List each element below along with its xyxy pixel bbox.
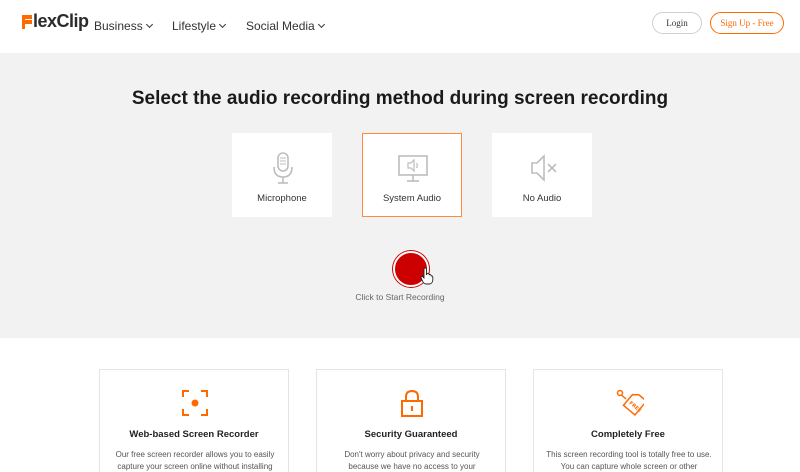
feature-title: Web-based Screen Recorder	[129, 429, 259, 440]
screen-capture-icon	[182, 390, 208, 416]
nav-social-media[interactable]: Social Media	[246, 19, 325, 33]
mute-icon	[531, 154, 557, 182]
logo-mark-icon	[22, 14, 32, 29]
signup-button[interactable]: Sign Up - Free	[710, 12, 784, 34]
section-title: Select the audio recording method during…	[131, 88, 669, 109]
feature-description: Our free screen recorder allows you to e…	[115, 450, 275, 471]
option-no-audio[interactable]: No Audio	[492, 133, 592, 217]
nav-lifestyle-label: Lifestyle	[172, 19, 217, 33]
feature-title: Completely Free	[591, 429, 665, 440]
nav-lifestyle[interactable]: Lifestyle	[172, 19, 227, 33]
free-tag-icon: FREE	[616, 389, 644, 417]
nav-business-label: Business	[94, 19, 143, 33]
svg-text:FREE: FREE	[628, 400, 643, 414]
hand-cursor-icon	[420, 267, 434, 285]
feature-title: Security Guaranteed	[364, 429, 458, 440]
feature-description: Don't worry about privacy and security b…	[344, 450, 480, 471]
feature-description: This screen recording tool is totally fr…	[546, 450, 712, 471]
microphone-icon	[273, 152, 293, 184]
feature-card-web-based: Web-based Screen Recorder Our free scree…	[99, 369, 289, 472]
logo-text-part1: lex	[33, 11, 57, 31]
option-microphone-label: Microphone	[257, 193, 307, 204]
chevron-down-icon	[317, 20, 325, 29]
feature-card-security: Security Guaranteed Don't worry about pr…	[316, 369, 506, 472]
feature-card-free: FREE Completely Free This screen recordi…	[533, 369, 723, 472]
chevron-down-icon	[218, 20, 227, 29]
system-audio-icon	[398, 155, 428, 182]
nav-business[interactable]: Business	[94, 19, 153, 33]
option-system-audio-label: System Audio	[382, 193, 442, 204]
start-recording-caption: Click to Start Recording	[355, 292, 445, 302]
logo-text-part2: Clip	[56, 11, 90, 31]
recording-options-section: Select the audio recording method during…	[0, 53, 800, 338]
option-microphone[interactable]: Microphone	[232, 133, 332, 217]
flexclip-logo[interactable]: lex Clip	[22, 11, 89, 32]
option-no-audio-label: No Audio	[522, 193, 562, 204]
nav-social-media-label: Social Media	[246, 19, 315, 33]
site-header: lex Clip Business Lifestyle Social Media …	[0, 0, 800, 53]
chevron-down-icon	[145, 20, 153, 29]
option-system-audio[interactable]: System Audio	[362, 133, 462, 217]
lock-icon	[401, 389, 423, 417]
login-button[interactable]: Login	[652, 12, 702, 34]
